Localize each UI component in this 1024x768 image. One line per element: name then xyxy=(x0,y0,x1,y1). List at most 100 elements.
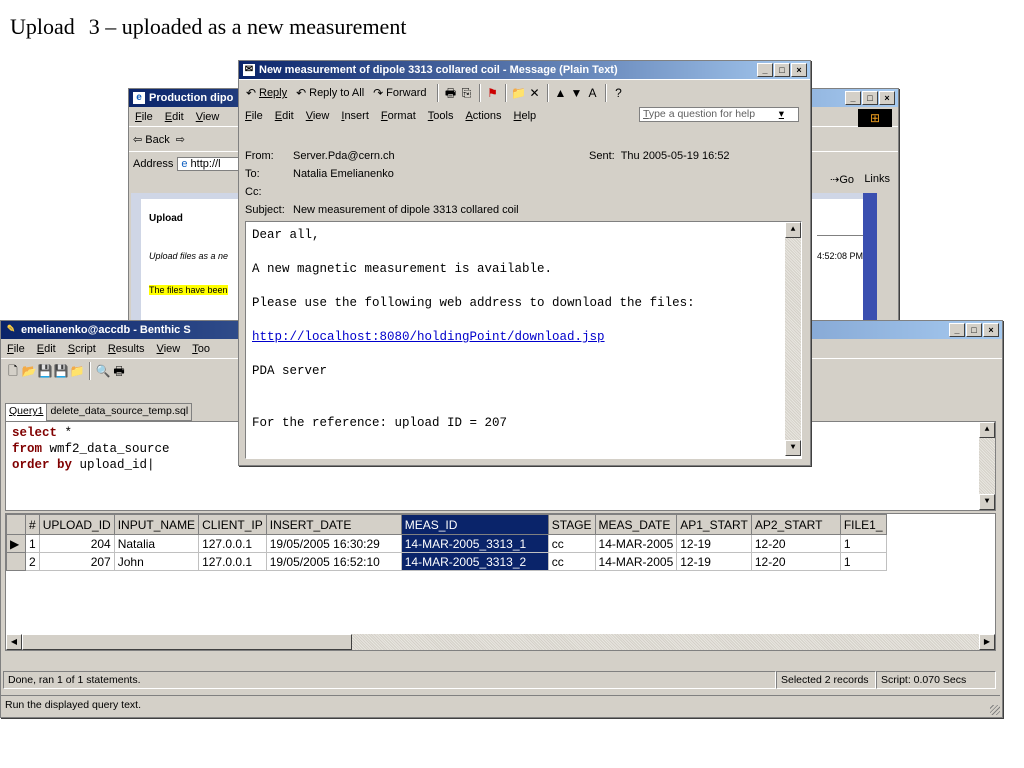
menu-help[interactable]: Help xyxy=(514,110,537,122)
minimize-button[interactable]: _ xyxy=(757,63,773,77)
next-item-icon[interactable]: ▼ xyxy=(569,85,585,101)
address-book-icon[interactable]: A xyxy=(585,85,601,101)
from-value[interactable]: Server.Pda@cern.ch xyxy=(293,150,395,162)
table-cell[interactable]: 12-20 xyxy=(750,534,841,553)
print-icon[interactable]: 🖶 xyxy=(443,85,459,101)
copy-icon[interactable]: ⎘ xyxy=(459,85,475,101)
reply-button[interactable]: ↶ Reply xyxy=(243,85,287,101)
resize-grip-icon[interactable] xyxy=(990,705,1000,715)
table-cell[interactable]: Natalia xyxy=(113,534,200,553)
download-link[interactable]: http://localhost:8080/holdingPoint/downl… xyxy=(252,330,605,344)
col-header[interactable]: INSERT_DATE xyxy=(265,514,402,535)
menu-tools[interactable]: Tools xyxy=(428,110,454,122)
save-all-icon[interactable]: 💾 xyxy=(53,363,69,379)
col-header[interactable]: # xyxy=(25,514,40,535)
scroll-right-icon[interactable]: ▶ xyxy=(979,634,995,650)
col-header[interactable]: FILE1_ xyxy=(839,514,887,535)
table-cell[interactable]: 1 xyxy=(839,534,887,553)
col-header[interactable]: INPUT_NAME xyxy=(113,514,200,535)
maximize-button[interactable]: □ xyxy=(966,323,982,337)
table-cell[interactable]: 207 xyxy=(38,552,115,571)
table-cell[interactable]: cc xyxy=(547,534,596,553)
col-header[interactable]: CLIENT_IP xyxy=(198,514,267,535)
minimize-button[interactable]: _ xyxy=(845,91,861,105)
table-cell[interactable]: 14-MAR-2005 xyxy=(594,552,678,571)
previous-item-icon[interactable]: ▲ xyxy=(553,85,569,101)
links-button[interactable]: Links xyxy=(864,173,890,185)
table-cell[interactable]: cc xyxy=(547,552,596,571)
table-cell-selected[interactable]: 14-MAR-2005_3313_1 xyxy=(400,534,549,553)
table-cell[interactable]: 19/05/2005 16:30:29 xyxy=(265,534,402,553)
close-button[interactable]: × xyxy=(879,91,895,105)
table-row[interactable]: ▶ 1 204 Natalia 127.0.0.1 19/05/2005 16:… xyxy=(6,534,887,553)
menu-view[interactable]: View xyxy=(157,343,181,355)
print-preview-icon[interactable]: 🔍 xyxy=(95,363,111,379)
sql-scrollbar[interactable]: ▲ ▼ xyxy=(979,422,995,510)
table-row[interactable]: 2 207 John 127.0.0.1 19/05/2005 16:52:10… xyxy=(6,552,887,571)
help-icon[interactable]: ? xyxy=(611,85,627,101)
flag-icon[interactable]: ⚑ xyxy=(485,85,501,101)
open-folder-icon[interactable]: 📂 xyxy=(21,363,37,379)
scroll-down-icon[interactable]: ▼ xyxy=(785,440,801,456)
col-header[interactable]: UPLOAD_ID xyxy=(38,514,115,535)
minimize-button[interactable]: _ xyxy=(949,323,965,337)
scroll-up-icon[interactable]: ▲ xyxy=(785,222,801,238)
hscroll-thumb[interactable] xyxy=(22,634,352,650)
menu-file[interactable]: File xyxy=(135,111,153,123)
body-scrollbar[interactable]: ▲ ▼ xyxy=(785,222,801,456)
new-file-icon[interactable]: 🗋 xyxy=(5,363,21,379)
table-cell[interactable]: 1 xyxy=(839,552,887,571)
col-header[interactable]: MEAS_DATE xyxy=(594,514,678,535)
table-cell[interactable]: 2 xyxy=(25,552,40,571)
table-cell-selected[interactable]: 14-MAR-2005_3313_2 xyxy=(400,552,549,571)
menu-script[interactable]: Script xyxy=(68,343,96,355)
scroll-down-icon[interactable]: ▼ xyxy=(979,494,995,510)
forward-button[interactable]: ↷ Forward xyxy=(370,85,426,101)
col-header[interactable]: AP1_START xyxy=(676,514,752,535)
forward-arrow-icon[interactable]: ⇨ xyxy=(176,133,185,146)
table-cell[interactable]: 12-19 xyxy=(676,534,752,553)
tab-delete-data-source[interactable]: delete_data_source_temp.sql xyxy=(47,403,193,421)
table-cell[interactable]: John xyxy=(113,552,200,571)
to-value[interactable]: Natalia Emelianenko xyxy=(293,168,394,180)
message-body[interactable]: Dear all, A new magnetic measurement is … xyxy=(245,221,802,459)
menu-view[interactable]: View xyxy=(306,110,330,122)
print-icon[interactable]: 🖶 xyxy=(111,363,127,379)
address-field[interactable]: e http://l xyxy=(177,157,246,171)
col-header-selected[interactable]: MEAS_ID xyxy=(400,514,549,535)
table-cell[interactable]: 127.0.0.1 xyxy=(198,552,267,571)
col-header[interactable]: AP2_START xyxy=(750,514,841,535)
table-cell[interactable]: 19/05/2005 16:52:10 xyxy=(265,552,402,571)
close-button[interactable]: × xyxy=(791,63,807,77)
table-cell[interactable]: 14-MAR-2005 xyxy=(594,534,678,553)
menu-tools[interactable]: Too xyxy=(192,343,210,355)
results-hscrollbar[interactable]: ◀ ▶ xyxy=(6,634,995,650)
maximize-button[interactable]: □ xyxy=(774,63,790,77)
menu-view[interactable]: View xyxy=(196,111,220,123)
scroll-up-icon[interactable]: ▲ xyxy=(979,422,995,438)
table-cell[interactable]: 12-20 xyxy=(750,552,841,571)
menu-insert[interactable]: Insert xyxy=(341,110,369,122)
delete-icon[interactable]: ✕ xyxy=(527,85,543,101)
maximize-button[interactable]: □ xyxy=(862,91,878,105)
scroll-left-icon[interactable]: ◀ xyxy=(6,634,22,650)
menu-file[interactable]: File xyxy=(245,110,263,122)
reply-all-button[interactable]: ↶ Reply to All xyxy=(293,85,364,101)
save-icon[interactable]: 💾 xyxy=(37,363,53,379)
menu-edit[interactable]: Edit xyxy=(37,343,56,355)
menu-format[interactable]: Format xyxy=(381,110,416,122)
tab-query1[interactable]: Query1 xyxy=(5,403,48,421)
go-button[interactable]: ⇢Go xyxy=(830,173,854,186)
table-cell[interactable]: 127.0.0.1 xyxy=(198,534,267,553)
menu-actions[interactable]: Actions xyxy=(465,110,501,122)
menu-edit[interactable]: Edit xyxy=(165,111,184,123)
close-button[interactable]: × xyxy=(983,323,999,337)
back-button[interactable]: ⇦ Back xyxy=(133,133,170,146)
open-recent-icon[interactable]: 📁 xyxy=(69,363,85,379)
col-header[interactable]: STAGE xyxy=(547,514,596,535)
table-cell[interactable]: 204 xyxy=(38,534,115,553)
move-to-folder-icon[interactable]: 📁 xyxy=(511,85,527,101)
browser-scrollbar[interactable] xyxy=(863,193,877,323)
menu-edit[interactable]: Edit xyxy=(275,110,294,122)
menu-file[interactable]: File xyxy=(7,343,25,355)
